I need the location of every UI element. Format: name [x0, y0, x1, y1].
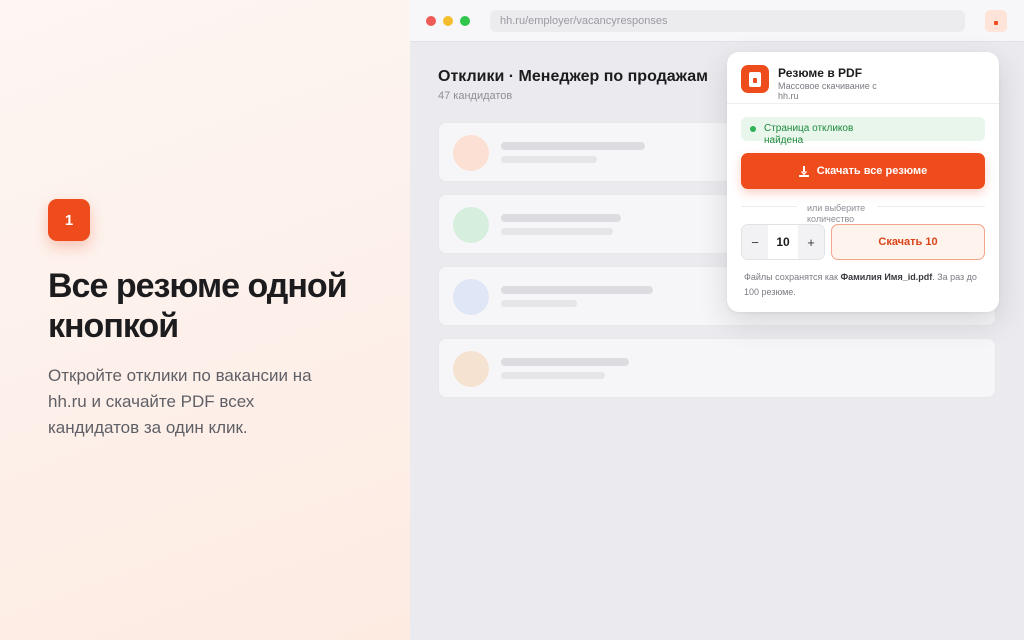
promo-panel: 1 Все резюме одной кнопкой Откройте откл… [0, 0, 410, 640]
quantity-input[interactable]: 10 [768, 225, 798, 259]
status-dot-icon [750, 126, 756, 132]
increment-button[interactable]: + [798, 225, 824, 259]
candidate-count: 47 кандидатов [438, 90, 513, 102]
placeholder-line [501, 300, 577, 307]
popup-subtitle: Массовое скачивание с hh.ru [778, 81, 877, 101]
popup-title: Резюме в PDF [778, 66, 863, 80]
quantity-stepper: − 10 + [741, 224, 825, 260]
extension-popup: Резюме в PDF Массовое скачивание с hh.ru… [727, 52, 999, 312]
divider [741, 206, 797, 207]
status-text: Страница откликов найдена [764, 123, 854, 146]
download-icon [798, 165, 809, 177]
download-all-label: Скачать все резюме [816, 165, 928, 177]
download-n-button[interactable]: Скачать 10 [831, 224, 985, 260]
avatar [453, 135, 489, 171]
avatar [453, 351, 489, 387]
promo-headline: Все резюме одной кнопкой [48, 267, 348, 345]
avatar [453, 279, 489, 315]
extension-icon[interactable] [985, 10, 1007, 32]
placeholder-line [501, 142, 645, 150]
step-badge: 1 [48, 199, 90, 241]
status-banner: Страница откликов найдена [741, 117, 985, 146]
placeholder-line [501, 286, 653, 294]
minimize-window-icon[interactable] [443, 16, 453, 26]
file-naming-note: Файлы сохранятся как Фамилия Имя_id.pdf.… [744, 272, 977, 297]
placeholder-line [501, 372, 605, 379]
popup-header: Резюме в PDF Массовое скачивание с hh.ru [727, 52, 999, 104]
placeholder-line [501, 156, 597, 163]
divider-text: или выберите количество [805, 203, 875, 225]
divider [877, 206, 985, 207]
placeholder-line [501, 214, 621, 222]
placeholder-line [501, 358, 629, 366]
pdf-document-icon [741, 65, 769, 93]
close-window-icon[interactable] [426, 16, 436, 26]
download-all-button[interactable]: Скачать все резюме [741, 153, 985, 189]
maximize-window-icon[interactable] [460, 16, 470, 26]
avatar [453, 207, 489, 243]
placeholder-line [501, 228, 613, 235]
browser-titlebar: hh.ru/employer/vacancyresponses [410, 0, 1024, 42]
page-title: Отклики · Менеджер по продажам [438, 68, 708, 85]
promo-description: Откройте отклики по вакансии на hh.ru и … [48, 366, 312, 437]
decrement-button[interactable]: − [742, 225, 768, 259]
address-bar[interactable]: hh.ru/employer/vacancyresponses [490, 10, 965, 32]
candidate-card[interactable] [438, 338, 996, 398]
